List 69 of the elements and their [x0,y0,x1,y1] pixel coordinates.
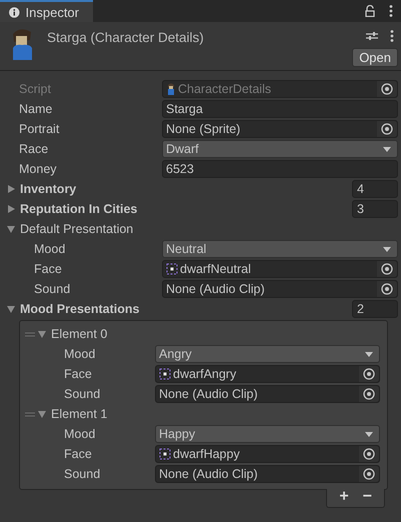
field-label: Portrait [18,122,60,136]
remove-button[interactable]: − [358,489,376,505]
field-label: Face [63,447,93,461]
element-foldout[interactable]: Element 0 [35,327,108,341]
object-picker-icon[interactable] [363,368,375,380]
object-field[interactable]: None (Audio Clip) [155,465,380,483]
object-picker-icon[interactable] [381,83,393,95]
array-size-field[interactable]: 2 [352,300,398,318]
sprite-icon [159,448,171,460]
object-field[interactable]: None (Audio Clip) [155,385,380,403]
object-picker-icon[interactable] [381,123,393,135]
sprite-icon [159,368,171,380]
expanded-arrow-icon[interactable] [37,329,47,339]
field-label: Mood [33,242,66,256]
object-field[interactable]: dwarfHappy [155,445,380,463]
more-icon[interactable] [389,5,393,17]
dropdown-arrow-icon [383,246,391,252]
character-icon [166,83,176,95]
element-foldout[interactable]: Element 1 [35,407,108,421]
foldout-header[interactable]: Inventory [0,182,76,196]
add-button[interactable]: + [335,489,353,505]
field-label: Face [33,262,63,276]
field-label: Mood [63,427,96,441]
object-picker-icon[interactable] [363,388,375,400]
object-field[interactable]: None (Sprite) [162,120,398,138]
foldout-header[interactable]: Reputation In Cities [0,202,138,216]
object-picker-icon[interactable] [381,283,393,295]
drag-handle-icon[interactable] [25,332,35,336]
object-picker-icon[interactable] [363,468,375,480]
dropdown-arrow-icon [365,352,373,356]
settings-icon[interactable] [366,31,378,41]
dropdown[interactable]: Dwarf [162,140,398,158]
expanded-arrow-icon[interactable] [37,409,47,419]
object-field[interactable]: dwarfAngry [155,365,380,383]
drag-handle-icon[interactable] [25,412,35,416]
text-field[interactable]: Starga [162,100,398,118]
lock-icon[interactable] [365,5,375,17]
field-label: Race [18,142,50,156]
info-icon [9,6,20,18]
open-button[interactable]: Open [352,48,398,67]
field-label: Script [18,82,52,96]
sprite-icon [166,263,178,275]
field-label: Sound [63,387,102,401]
field-label: Sound [63,467,102,481]
dropdown[interactable]: Happy [155,425,380,443]
dropdown[interactable]: Neutral [162,240,398,258]
object-field[interactable]: None (Audio Clip) [162,280,398,298]
expanded-arrow-icon[interactable] [6,224,16,234]
field-label: Name [18,102,54,116]
dropdown[interactable]: Angry [155,345,380,363]
foldout-header[interactable]: Default Presentation [0,222,134,236]
dropdown-arrow-icon [383,146,391,152]
foldout-header[interactable]: Mood Presentations [0,302,140,316]
more-icon[interactable] [390,30,394,42]
object-field[interactable]: dwarfNeutral [162,260,398,278]
expanded-arrow-icon[interactable] [6,304,16,314]
array-size-field[interactable]: 3 [352,200,398,218]
field-label: Mood [63,347,96,361]
array-size-field[interactable]: 4 [352,180,398,198]
text-field[interactable]: 6523 [162,160,398,178]
object-title: Starga (Character Details) [47,30,205,45]
character-icon [10,28,34,60]
field-label: Face [63,367,93,381]
dropdown-arrow-icon [365,432,373,436]
field-label: Money [18,162,58,176]
field-label: Sound [33,282,72,296]
inspector-tab[interactable]: Inspector [0,0,93,22]
object-picker-icon[interactable] [381,263,393,275]
object-picker-icon[interactable] [363,448,375,460]
